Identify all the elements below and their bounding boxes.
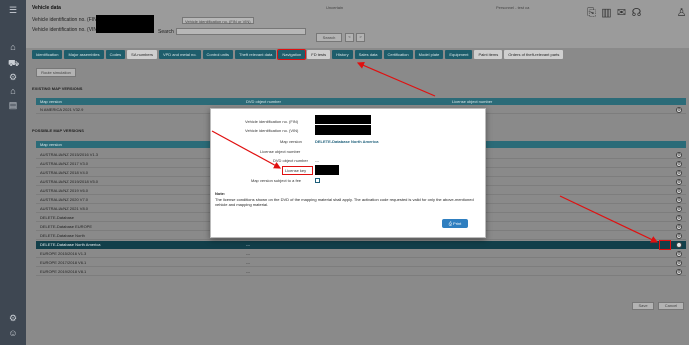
modal-fin-label: Vehicle identification no. (FIN)	[245, 119, 299, 124]
col-dvd-object: DVD object number	[246, 99, 281, 104]
header-icon-group: ⎘ ▥ ✉ ☊	[586, 8, 642, 19]
gear-icon[interactable]: ⚙	[676, 161, 682, 167]
next-button[interactable]: >	[356, 33, 365, 42]
mail-icon[interactable]: ✉	[616, 8, 627, 19]
modal-license-object-label: License object number	[260, 149, 301, 154]
settings-icon[interactable]: ⚙	[8, 313, 18, 323]
tab-navigation[interactable]: Navigation	[277, 49, 307, 60]
tab-paint-items[interactable]: Paint items	[474, 50, 503, 59]
col-map-version[interactable]: Map version	[40, 98, 62, 105]
header-right-label: Personnel - test ca	[496, 5, 530, 10]
gear-icon[interactable]: ⚙	[676, 242, 682, 248]
search-label: Search	[158, 29, 174, 35]
list-item[interactable]: EUROPE 2015/2016 V1.3 --- ⚙	[36, 250, 686, 258]
save-button[interactable]: Save	[632, 302, 654, 310]
gear-icon[interactable]: ⚙	[676, 269, 682, 275]
tab-codes[interactable]: Codes	[105, 50, 126, 59]
tab-sa-numbers[interactable]: SA numbers	[127, 50, 157, 59]
app-window: ☰ ⌂ ⛟ ⚙ ⌂ ▤ ⚙ ☺ Vehicle data Uncertain P…	[0, 0, 689, 345]
vin-label: Vehicle identification no. (VIN)	[32, 27, 99, 33]
tab-vpd-metal[interactable]: VPD and metal no.	[158, 50, 201, 59]
list-item[interactable]: EUROPE 2019/2018 V8.1 --- ⚙	[36, 268, 686, 276]
gear-icon[interactable]: ⚙	[676, 197, 682, 203]
gear-icon[interactable]: ⚙	[676, 188, 682, 194]
user-icon[interactable]: ☺	[8, 328, 18, 338]
tab-model-plate[interactable]: Model plate	[414, 50, 444, 59]
modal-map-version-value: DELETE-Database North America	[315, 139, 379, 144]
modal-fin-redacted	[315, 115, 371, 124]
home-icon[interactable]: ⌂	[8, 42, 18, 52]
gear-icon[interactable]: ⚙	[676, 206, 682, 212]
tab-identification[interactable]: Identification	[32, 50, 63, 59]
search-input[interactable]	[176, 28, 306, 35]
modal-dvd-object-value: ---	[315, 158, 319, 163]
col-license-object: License object number	[452, 99, 493, 104]
headset-icon[interactable]: ☊	[631, 8, 642, 19]
modal-dvd-object-label: DVD object number	[273, 158, 308, 163]
selected-list-item[interactable]: DELETE-Database North America --- ⚙	[36, 241, 686, 249]
tab-fd-tests[interactable]: FD tests	[307, 50, 331, 59]
fin-redacted	[96, 15, 154, 24]
tab-certification[interactable]: Certification	[383, 50, 413, 59]
gear-highlight-box	[659, 240, 671, 250]
gear-icon[interactable]: ⚙	[676, 260, 682, 266]
clipboard-icon[interactable]: ⎘	[586, 8, 597, 19]
gear-icon[interactable]: ⚙	[676, 215, 682, 221]
gear-icon[interactable]: ⚙	[676, 170, 682, 176]
existing-versions-heading: EXISTING MAP VERSIONS	[32, 86, 83, 91]
tab-equipment[interactable]: Equipment	[445, 50, 473, 59]
tab-bar: Identification Major assemblies Codes SA…	[32, 49, 564, 60]
gear-icon[interactable]: ⚙	[676, 233, 682, 239]
tab-history[interactable]: History	[332, 50, 353, 59]
list-item[interactable]: EUROPE 2017/2018 V6.1 --- ⚙	[36, 259, 686, 267]
account-icon[interactable]: ♙	[676, 8, 687, 19]
gear-icon[interactable]: ⚙	[676, 107, 682, 113]
header-center-label: Uncertain	[326, 5, 344, 10]
modal-license-key-label: License key	[285, 168, 307, 173]
vin-redacted	[96, 24, 154, 33]
vehicle-data-header: Vehicle data Uncertain Personnel - test …	[26, 0, 689, 48]
note-text: The license conditions shown on the DVD …	[215, 197, 474, 207]
existing-table-header: Map version DVD object number License ob…	[36, 98, 686, 105]
menu-icon[interactable]: ☰	[8, 5, 18, 15]
left-rail: ☰ ⌂ ⛟ ⚙ ⌂ ▤ ⚙ ☺	[0, 0, 26, 345]
fin-label: Vehicle identification no. (FIN)	[32, 17, 99, 23]
col-map-version[interactable]: Map version	[40, 141, 62, 148]
tab-theft-relevant[interactable]: Theft relevant data	[235, 50, 277, 59]
gear-icon[interactable]: ⚙	[676, 179, 682, 185]
prev-button[interactable]: <	[345, 33, 354, 42]
car-icon[interactable]: ⛟	[8, 58, 19, 68]
tab-control-units[interactable]: Control units	[202, 50, 233, 59]
license-dialog: Vehicle identification no. (FIN) Vehicle…	[210, 108, 486, 238]
book-icon[interactable]: ▥	[601, 8, 612, 19]
document-icon[interactable]: ▤	[8, 100, 18, 110]
gear-icon[interactable]: ⚙	[676, 251, 682, 257]
modal-map-version-label: Map version	[280, 139, 302, 144]
gear-icon[interactable]: ⚙	[676, 152, 682, 158]
identification-select[interactable]: Vehicle identification no. (FIN or VIN)	[182, 17, 254, 24]
cancel-button[interactable]: Cancel	[658, 302, 684, 310]
page-title: Vehicle data	[32, 5, 61, 11]
note-heading: Note:	[215, 191, 226, 196]
subject-fee-checkbox[interactable]	[315, 178, 320, 183]
print-button[interactable]: ⎙ Print	[442, 219, 468, 228]
search-button[interactable]: Search	[316, 33, 342, 42]
gear-icon[interactable]: ⚙	[676, 224, 682, 230]
license-key-redacted	[315, 165, 339, 175]
modal-subject-fee-label: Map version subject to a fee	[251, 178, 302, 183]
route-simulation-button[interactable]: Route simulation	[36, 68, 76, 77]
modal-vin-redacted	[315, 125, 371, 135]
possible-versions-heading: POSSIBLE MAP VERSIONS	[32, 128, 84, 133]
tab-sales-data[interactable]: Sales data	[354, 50, 382, 59]
modal-vin-label: Vehicle identification no. (VIN)	[245, 128, 299, 133]
wrench-icon[interactable]: ⚙	[8, 72, 18, 82]
tab-orders-theft[interactable]: Orders of theft-relevant parts	[504, 50, 564, 59]
tag-icon[interactable]: ⌂	[8, 86, 18, 96]
tab-major-assemblies[interactable]: Major assemblies	[64, 50, 104, 59]
